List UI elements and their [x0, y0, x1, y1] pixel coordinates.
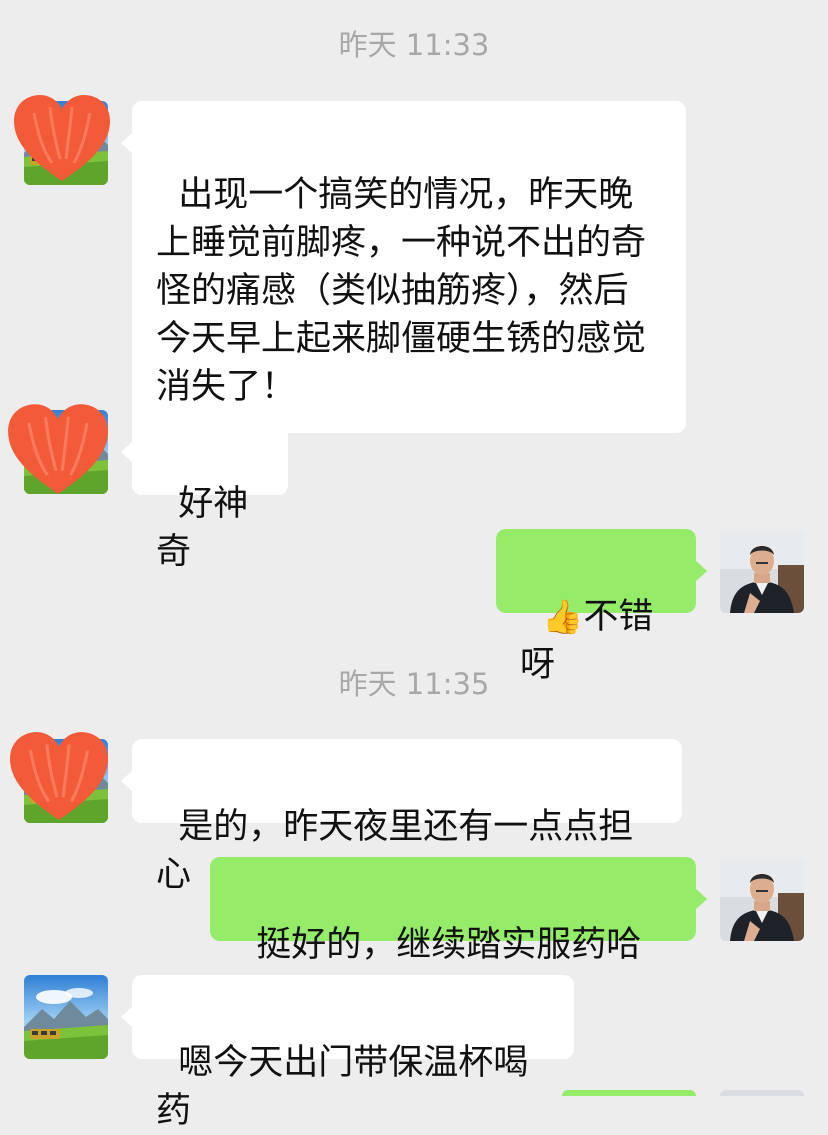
- message-bubble-outgoing-partial[interactable]: [562, 1090, 696, 1096]
- timestamp: 昨天 11:33: [338, 28, 490, 62]
- message-text: 嗯今天出门带保温杯喝药: [156, 1043, 529, 1131]
- message-bubble-incoming[interactable]: 好神奇: [121, 410, 288, 572]
- heart-redaction-icon: [6, 402, 110, 496]
- thumbs-up-icon: 👍: [542, 597, 584, 636]
- self-avatar-partial[interactable]: [720, 1090, 804, 1096]
- message-text: 好神奇: [156, 484, 249, 572]
- self-avatar[interactable]: [720, 529, 804, 613]
- message-bubble-incoming[interactable]: 出现一个搞笑的情况，昨天晚上睡觉前脚疼，一种说不出的奇怪的痛感（类似抽筋疼），然…: [121, 101, 686, 433]
- message-text: 出现一个搞笑的情况，昨天晚上睡觉前脚疼，一种说不出的奇怪的痛感（类似抽筋疼），然…: [156, 175, 647, 407]
- message-text: 挺好的，继续踏实服药哈: [256, 925, 642, 965]
- heart-redaction-icon: [8, 729, 110, 823]
- self-avatar[interactable]: [720, 857, 804, 941]
- message-bubble-incoming[interactable]: 是的，昨天夜里还有一点点担心: [121, 739, 682, 895]
- contact-avatar[interactable]: [24, 975, 108, 1059]
- timestamp: 昨天 11:35: [338, 667, 490, 701]
- message-bubble-outgoing[interactable]: 挺好的，继续踏实服药哈🤝: [210, 857, 707, 1012]
- heart-redaction-icon: [12, 93, 112, 183]
- message-bubble-incoming[interactable]: 嗯今天出门带保温杯喝药: [121, 975, 574, 1131]
- message-bubble-outgoing[interactable]: 👍不错呀: [496, 529, 707, 685]
